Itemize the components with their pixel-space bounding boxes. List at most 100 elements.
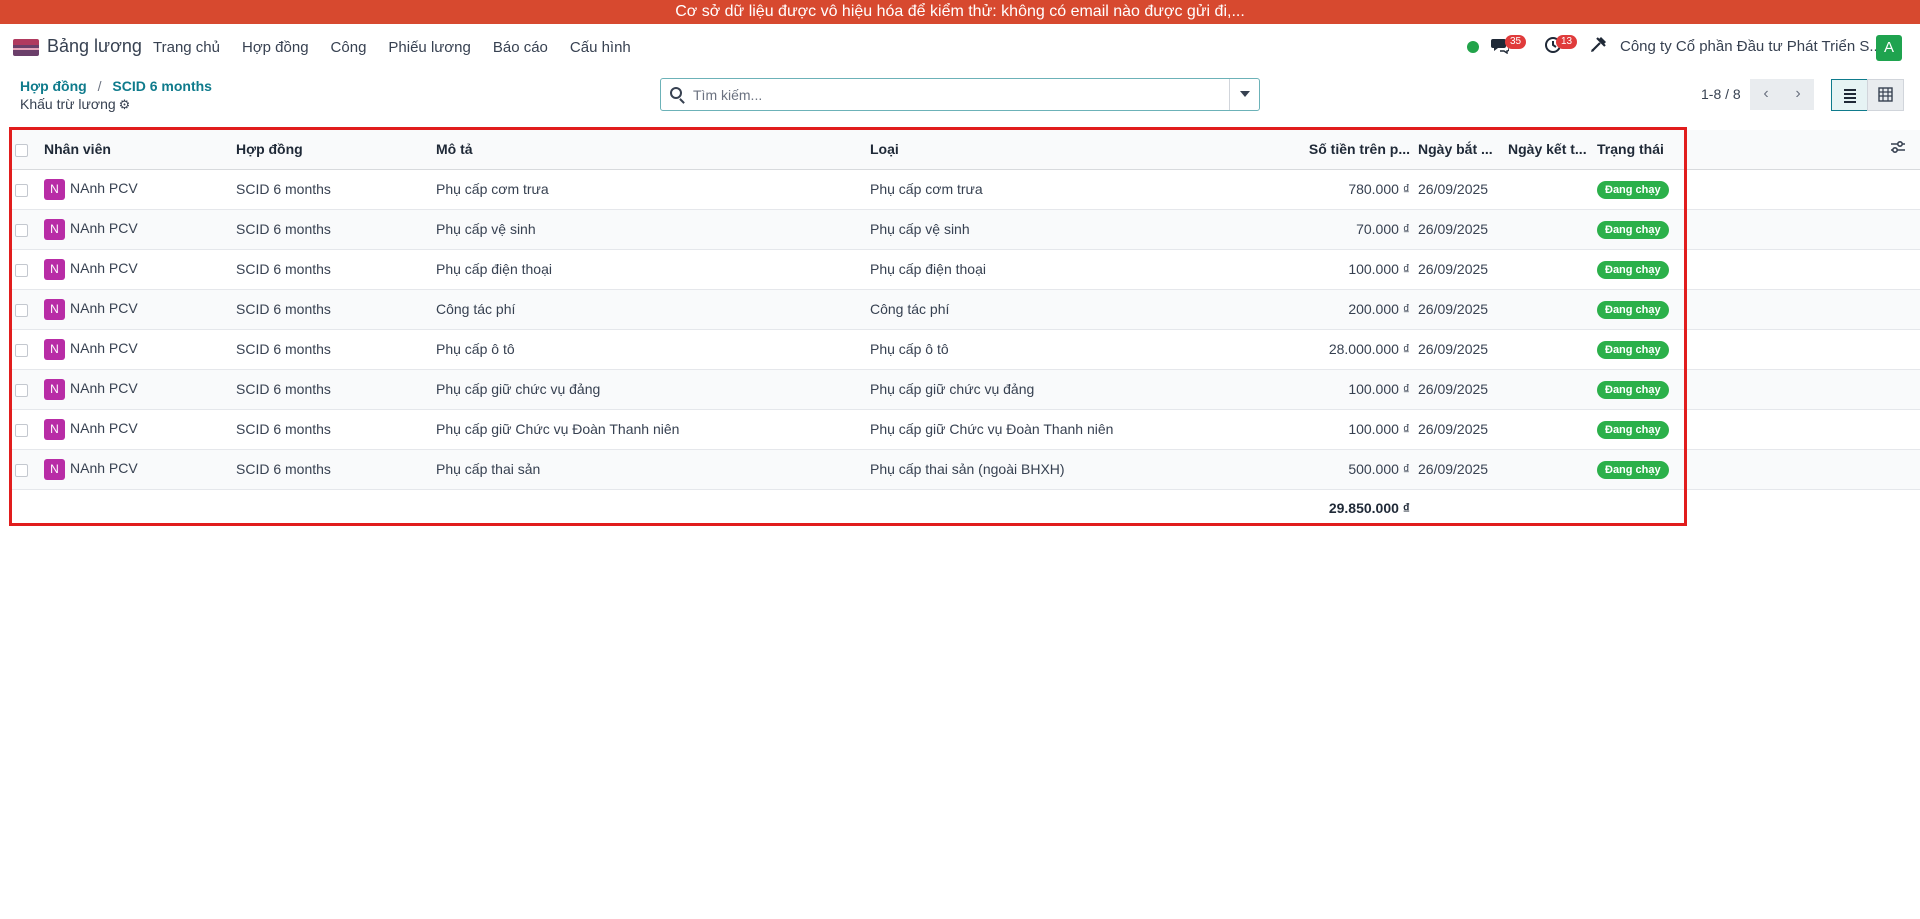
cell-start-date[interactable]: 26/09/2025 <box>1418 409 1508 450</box>
column-header-employee[interactable]: Nhân viên <box>44 130 236 170</box>
cell-start-date[interactable]: 26/09/2025 <box>1418 289 1508 330</box>
cell-contract[interactable]: SCID 6 months <box>236 329 436 370</box>
row-checkbox[interactable] <box>15 303 28 317</box>
breadcrumb-current-contract[interactable]: SCID 6 months <box>112 78 212 94</box>
column-settings-cell[interactable] <box>1890 130 1920 170</box>
column-header-type[interactable]: Loại <box>870 130 1298 170</box>
cell-start-date[interactable]: 26/09/2025 <box>1418 209 1508 250</box>
cell-contract[interactable]: SCID 6 months <box>236 249 436 290</box>
cell-start-date[interactable]: 26/09/2025 <box>1418 369 1508 410</box>
cell-amount[interactable]: 100.000 ₫ <box>1298 409 1418 450</box>
cell-state[interactable]: Đang chạy <box>1597 369 1679 410</box>
table-row[interactable]: N NAnh PCV SCID 6 months Phụ cấp ô tô Phụ cấ… <box>10 329 1920 370</box>
table-row[interactable]: N NAnh PCV SCID 6 months Phụ cấp thai sản Ph… <box>10 449 1920 490</box>
cell-description[interactable]: Phụ cấp ô tô <box>436 329 870 370</box>
row-checkbox[interactable] <box>15 183 28 197</box>
gear-icon[interactable]: ⚙ <box>119 97 131 112</box>
cell-contract[interactable]: SCID 6 months <box>236 209 436 250</box>
cell-employee[interactable]: N NAnh PCV <box>44 169 236 210</box>
payroll-app-icon[interactable] <box>13 39 39 56</box>
row-checkbox-cell[interactable] <box>10 289 44 330</box>
select-all-checkbox-cell[interactable] <box>10 130 44 170</box>
cell-employee[interactable]: N NAnh PCV <box>44 449 236 490</box>
menu-item-reports[interactable]: Báo cáo <box>493 39 548 56</box>
row-checkbox[interactable] <box>15 423 28 437</box>
column-header-description[interactable]: Mô tả <box>436 130 870 170</box>
cell-start-date[interactable]: 26/09/2025 <box>1418 169 1508 210</box>
cell-state[interactable]: Đang chạy <box>1597 449 1679 490</box>
cell-type[interactable]: Phụ cấp điện thoại <box>870 249 1298 290</box>
cell-amount[interactable]: 200.000 ₫ <box>1298 289 1418 330</box>
cell-contract[interactable]: SCID 6 months <box>236 369 436 410</box>
menu-item-payslips[interactable]: Phiếu lương <box>388 39 470 56</box>
column-header-amount[interactable]: Số tiền trên p... <box>1298 130 1418 170</box>
table-row[interactable]: N NAnh PCV SCID 6 months Phụ cấp giữ chức v… <box>10 369 1920 410</box>
column-header-end-date[interactable]: Ngày kết t... <box>1508 130 1597 170</box>
cell-state[interactable]: Đang chạy <box>1597 249 1679 290</box>
cell-description[interactable]: Phụ cấp vệ sinh <box>436 209 870 250</box>
cell-end-date[interactable] <box>1508 209 1597 250</box>
pager-value[interactable]: 1-8 / 8 <box>1701 86 1741 102</box>
row-checkbox[interactable] <box>15 343 28 357</box>
row-checkbox-cell[interactable] <box>10 409 44 450</box>
cell-description[interactable]: Phụ cấp điện thoại <box>436 249 870 290</box>
cell-state[interactable]: Đang chạy <box>1597 329 1679 370</box>
row-checkbox-cell[interactable] <box>10 329 44 370</box>
column-header-start-date[interactable]: Ngày bắt ... <box>1418 130 1508 170</box>
cell-contract[interactable]: SCID 6 months <box>236 449 436 490</box>
cell-description[interactable]: Phụ cấp thai sản <box>436 449 870 490</box>
column-header-contract[interactable]: Hợp đồng <box>236 130 436 170</box>
select-all-checkbox[interactable] <box>15 144 28 158</box>
table-row[interactable]: N NAnh PCV SCID 6 months Phụ cấp vệ sinh Phụ… <box>10 209 1920 250</box>
cell-amount[interactable]: 100.000 ₫ <box>1298 369 1418 410</box>
cell-amount[interactable]: 100.000 ₫ <box>1298 249 1418 290</box>
cell-state[interactable]: Đang chạy <box>1597 409 1679 450</box>
cell-type[interactable]: Công tác phí <box>870 289 1298 330</box>
cell-start-date[interactable]: 26/09/2025 <box>1418 449 1508 490</box>
table-row[interactable]: N NAnh PCV SCID 6 months Công tác phí Công t… <box>10 289 1920 330</box>
user-avatar[interactable]: A <box>1876 35 1902 61</box>
cell-type[interactable]: Phụ cấp giữ chức vụ đảng <box>870 369 1298 410</box>
breadcrumb-contracts[interactable]: Hợp đồng <box>20 78 87 94</box>
cell-contract[interactable]: SCID 6 months <box>236 289 436 330</box>
cell-state[interactable]: Đang chạy <box>1597 289 1679 330</box>
cell-description[interactable]: Phụ cấp cơm trưa <box>436 169 870 210</box>
menu-item-home[interactable]: Trang chủ <box>153 39 220 56</box>
cell-end-date[interactable] <box>1508 449 1597 490</box>
cell-type[interactable]: Phụ cấp thai sản (ngoài BHXH) <box>870 449 1298 490</box>
cell-state[interactable]: Đang chạy <box>1597 209 1679 250</box>
menu-item-attendance[interactable]: Công <box>331 39 367 56</box>
cell-employee[interactable]: N NAnh PCV <box>44 209 236 250</box>
cell-type[interactable]: Phụ cấp giữ Chức vụ Đoàn Thanh niên <box>870 409 1298 450</box>
menu-item-contracts[interactable]: Hợp đồng <box>242 39 309 56</box>
cell-end-date[interactable] <box>1508 369 1597 410</box>
row-checkbox[interactable] <box>15 463 28 477</box>
cell-type[interactable]: Phụ cấp ô tô <box>870 329 1298 370</box>
pivot-view-button[interactable] <box>1867 79 1904 111</box>
cell-end-date[interactable] <box>1508 169 1597 210</box>
search-input[interactable] <box>693 85 1213 105</box>
cell-end-date[interactable] <box>1508 329 1597 370</box>
search-options-dropdown-toggle[interactable] <box>1229 79 1259 110</box>
column-header-state[interactable]: Trạng thái <box>1597 130 1679 170</box>
table-row[interactable]: N NAnh PCV SCID 6 months Phụ cấp giữ Chức v… <box>10 409 1920 450</box>
cell-employee[interactable]: N NAnh PCV <box>44 289 236 330</box>
cell-type[interactable]: Phụ cấp cơm trưa <box>870 169 1298 210</box>
cell-employee[interactable]: N NAnh PCV <box>44 409 236 450</box>
cell-contract[interactable]: SCID 6 months <box>236 169 436 210</box>
app-name[interactable]: Bảng lương <box>47 36 142 57</box>
cell-state[interactable]: Đang chạy <box>1597 169 1679 210</box>
cell-amount[interactable]: 70.000 ₫ <box>1298 209 1418 250</box>
cell-employee[interactable]: N NAnh PCV <box>44 369 236 410</box>
sliders-icon[interactable] <box>1890 140 1906 158</box>
row-checkbox-cell[interactable] <box>10 369 44 410</box>
company-switcher[interactable]: Công ty Cổ phần Đầu tư Phát Triển S... <box>1620 38 1882 55</box>
table-row[interactable]: N NAnh PCV SCID 6 months Phụ cấp điện thoại… <box>10 249 1920 290</box>
cell-type[interactable]: Phụ cấp vệ sinh <box>870 209 1298 250</box>
row-checkbox-cell[interactable] <box>10 169 44 210</box>
cell-employee[interactable]: N NAnh PCV <box>44 329 236 370</box>
list-view-button[interactable] <box>1831 79 1868 111</box>
cell-start-date[interactable]: 26/09/2025 <box>1418 329 1508 370</box>
table-row[interactable]: N NAnh PCV SCID 6 months Phụ cấp cơm trưa Ph… <box>10 169 1920 210</box>
tools-icon[interactable] <box>1590 36 1607 58</box>
